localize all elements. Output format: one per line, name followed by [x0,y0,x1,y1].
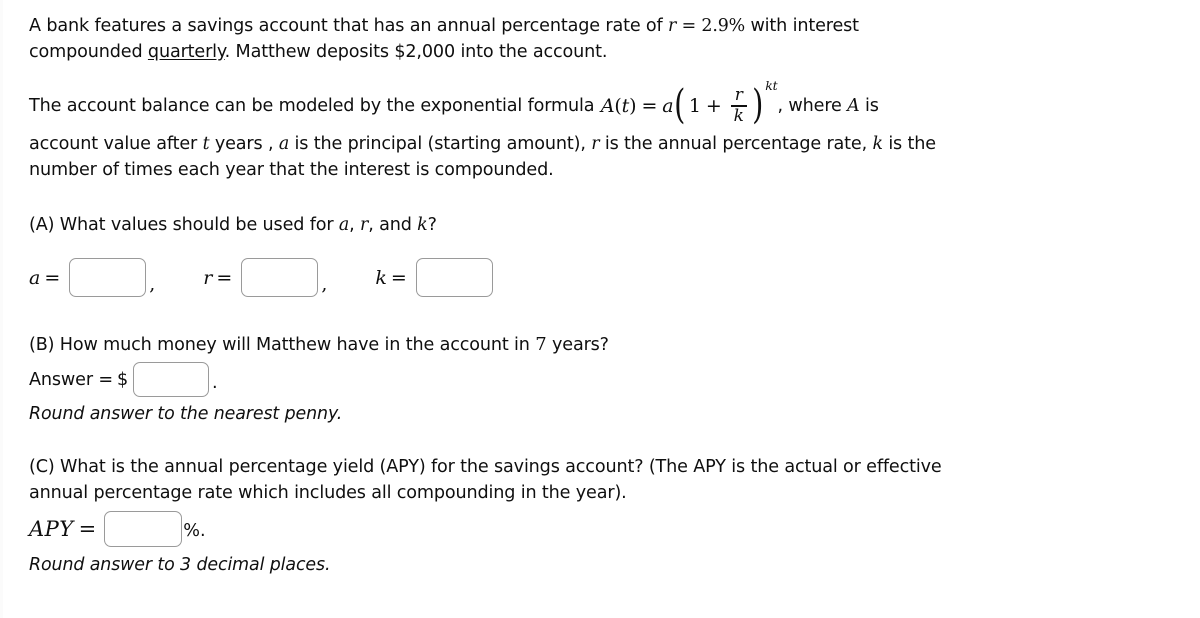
part-b-answer-label: Answer = [29,369,113,390]
problem-content: A bank features a savings account that h… [29,14,1179,577]
rate-variable: r [668,16,677,36]
formula-close-paren: ) [629,94,637,117]
part-c-answer-row: APY = %. [29,511,1179,548]
part-c-rounding-note-wrap: Round answer to 3 decimal places. [29,553,1179,577]
part-a-var-a: a [338,215,350,236]
rate-over-k-fraction: r k [730,85,747,126]
intro-line-2-pre: compounded [29,41,148,62]
worksheet-page: A bank features a savings account that h… [0,0,1200,618]
compounding-frequency-word: quarterly [147,41,225,62]
part-c-rounding-note: Round answer to 3 decimal places. [29,555,331,576]
field-equals-r: = [216,266,233,289]
part-b-rounding-note: Round answer to the nearest penny. [29,404,343,425]
input-part-b-answer[interactable] [132,362,209,398]
formula-sentence: The account balance can be modeled by th… [29,78,1179,129]
part-b-question-pre: (B) How much money will Matthew have in … [29,334,536,355]
part-a-var-r: r [360,215,369,236]
formula-function-name: A [600,94,615,117]
variable-description-line-2: number of times each year that the inter… [29,159,554,180]
variable-k: k [872,134,883,155]
formula-argument: t [621,94,630,117]
input-r[interactable] [241,258,319,298]
apy-equals: = [78,517,97,542]
part-c-question: (C) What is the annual percentage yield … [29,455,1179,506]
variable-description-line-1: account value after t years , a is the p… [29,132,1179,158]
field-label-k: k [375,266,387,289]
field-equals-a: = [44,266,61,289]
part-a-question: (A) What values should be used for a, r,… [29,213,1179,239]
input-k[interactable] [415,258,493,298]
field-label-r: r [203,266,213,289]
input-apy[interactable] [104,511,183,548]
part-b-question-text: (B) How much money will Matthew have in … [29,332,1179,359]
apy-label: APY [29,517,74,542]
vardesc-seg-5: is the [882,134,936,155]
formula-exponent: kt [765,78,778,93]
fraction-denominator: k [733,105,744,126]
comma-after-r: , [321,272,328,295]
variable-a: a [278,134,290,155]
variable-description: account value after t years , a is the p… [29,132,1179,183]
dollar-sign-icon: $ [116,369,128,390]
vardesc-seg-1: account value after [29,134,203,155]
apy-percent-suffix: %. [183,521,206,542]
formula-right-paren-big: ) [751,82,764,129]
input-a[interactable] [69,258,147,298]
intro-paragraph: A bank features a savings account that h… [29,14,1179,65]
field-label-a: a [29,266,41,289]
intro-line-1: A bank features a savings account that h… [29,14,1179,40]
part-b-rounding-note-wrap: Round answer to the nearest penny. [29,402,1179,426]
intro-line-2: compounded quarterly. Matthew deposits $… [29,40,1179,66]
part-c-question-line-2: annual percentage rate which includes al… [29,482,627,503]
rate-value: 2.9% [701,16,745,36]
formula-one: 1 [688,94,701,117]
intro-line-1-pre: A bank features a savings account that h… [29,16,669,36]
rate-equals: = [676,16,702,36]
part-a-sep-2: , and [368,215,418,236]
field-equals-k: = [390,266,407,289]
formula-equals: = [641,94,658,117]
part-b-question-post: years? [546,334,609,355]
formula-coefficient: a [662,94,674,117]
exponential-formula: A(t) = a(1 + r k ) kt [600,78,778,129]
part-b-answer-row: Answer = $ . [29,362,1179,398]
part-c-question-line-1: (C) What is the annual percentage yield … [29,457,942,478]
part-a-question-text: (A) What values should be used for a, r,… [29,213,1179,239]
vardesc-seg-4: is the annual percentage rate, [599,134,873,155]
formula-trail-variable: A [847,95,860,116]
formula-trail-end: is [859,95,879,116]
formula-trail-comma: , where [777,95,848,116]
intro-line-2-post: . Matthew deposits $2,000 into the accou… [224,41,608,62]
part-b-years: 7 [535,333,547,355]
formula-left-paren-big: ( [674,82,686,129]
part-a-var-k: k [417,215,428,236]
vardesc-seg-2: years , [209,134,279,155]
formula-open-paren: ( [614,94,622,117]
vardesc-seg-3: is the principal (starting amount), [289,134,592,155]
part-a-question-pre: (A) What values should be used for [29,215,339,236]
formula-plus: + [705,94,722,117]
comma-after-a: , [149,272,156,295]
intro-line-1-post: with interest [745,16,859,36]
part-a-sep-1: , [349,215,361,236]
formula-line: The account balance can be modeled by th… [29,78,1179,129]
fraction-numerator: r [734,85,743,105]
part-a-input-row: a = , r = , k = [29,257,1179,299]
part-b-question: (B) How much money will Matthew have in … [29,332,1179,359]
formula-lead-text: The account balance can be modeled by th… [29,95,600,116]
part-a-question-post: ? [427,215,437,236]
part-b-period: . [211,373,218,394]
